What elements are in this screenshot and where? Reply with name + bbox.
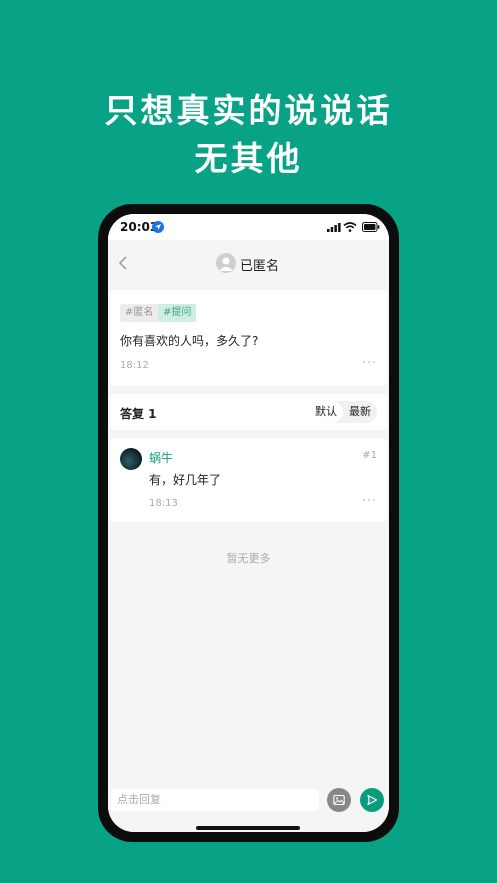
promo-headline: 只想真实的说说话 [104,91,393,130]
question-post: #匿名 #提问 你有喜欢的人吗，多久了? 18:12 ··· [110,290,387,386]
phone-frame: 20:03 已匿名 #匿名 #提问 你有喜欢的人吗，多久了? 18:12 ···… [98,204,399,842]
replies-header: 答复 1 默认 最新 [110,394,387,430]
send-icon [367,794,378,806]
image-icon [333,794,345,806]
page-title: 已匿名 [240,259,280,274]
image-button[interactable] [327,788,351,812]
post-content: 你有喜欢的人吗，多久了? [120,334,259,348]
status-bar: 20:03 [108,214,389,240]
navigation-bar: 已匿名 [108,240,389,286]
battery-icon [362,222,380,232]
sort-latest-button[interactable]: 最新 [343,401,377,423]
signal-icon [327,223,341,232]
wifi-icon [343,222,357,232]
reply-username[interactable]: 蜗牛 [149,449,173,466]
reply-input[interactable]: 点击回复 [111,789,319,811]
reply-more-icon[interactable]: ··· [362,494,377,509]
back-chevron-icon[interactable] [114,253,134,273]
reply-count-label: 答复 1 [120,407,157,421]
tag-anonymous[interactable]: #匿名 [120,304,159,322]
reply-composer: 点击回复 [108,786,389,832]
anonymous-avatar [216,253,236,273]
reply-floor-number: #1 [362,450,377,461]
sort-toggle: 默认 最新 [309,401,377,423]
no-more-label: 暂无更多 [226,552,271,565]
post-more-icon[interactable]: ··· [362,356,377,371]
send-button[interactable] [360,788,384,812]
app-screen: 20:03 已匿名 #匿名 #提问 你有喜欢的人吗，多久了? 18:12 ···… [108,214,389,832]
post-timestamp: 18:12 [120,360,149,371]
reply-timestamp: 18:13 [149,498,178,509]
promo-subheadline: 无其他 [194,139,303,178]
location-arrow-icon [152,221,164,233]
reply-item: 蜗牛 #1 有，好几年了 18:13 ··· [110,438,387,522]
reply-content: 有，好几年了 [149,473,222,487]
tag-question[interactable]: #提问 [158,304,197,322]
user-avatar[interactable] [120,448,142,470]
home-indicator [196,826,300,830]
sort-default-button[interactable]: 默认 [309,401,343,423]
